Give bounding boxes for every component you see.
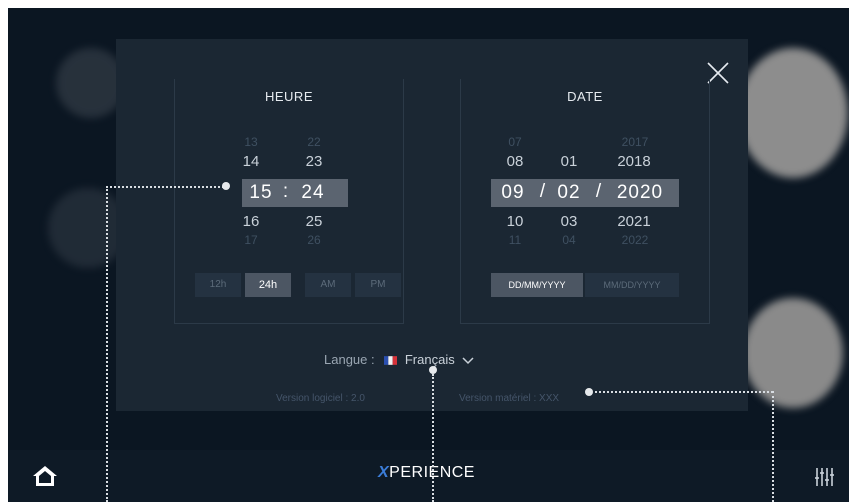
hardware-version: Version matériel : XXX [459,393,560,404]
callout-dot-language [429,366,437,374]
day-prev1: 08 [506,153,524,170]
time-separator: : [282,181,290,202]
french-flag-icon [384,356,398,365]
am-button[interactable]: AM [305,273,351,297]
brand-logo: XPERIENCE [378,464,475,482]
hour-next1: 16 [242,213,260,230]
format-24h-button[interactable]: 24h [245,273,291,297]
device-screen: HEURE 13 22 14 23 15 : 24 16 25 17 26 12… [8,8,849,502]
language-value: Français [404,352,455,367]
home-icon[interactable] [32,465,58,487]
callout-dot-time [222,182,230,190]
callout-line [432,374,434,502]
year-selected[interactable]: 2020 [611,182,669,204]
software-version: Version logiciel : 2.0 [276,393,365,404]
hour-prev2: 13 [244,135,258,149]
settings-modal: HEURE 13 22 14 23 15 : 24 16 25 17 26 12… [116,39,748,411]
time-section: HEURE 13 22 14 23 15 : 24 16 25 17 26 12… [174,79,404,324]
month-next2: 04 [562,233,576,247]
month-prev1: 01 [560,153,578,170]
callout-dot-hardware-version [585,388,593,396]
callout-line [106,186,224,188]
brand-mark: X [378,464,390,481]
minute-next2: 26 [307,233,321,247]
day-prev2: 07 [508,135,522,149]
format-ddmmyyyy-button[interactable]: DD/MM/YYYY [491,273,583,297]
callout-line [772,391,774,502]
minute-selected[interactable]: 24 [297,182,329,204]
day-next2: 11 [508,233,522,247]
hour-prev1: 14 [242,153,260,170]
minute-next1: 25 [305,213,323,230]
year-next1: 2021 [617,213,651,230]
pm-button[interactable]: PM [355,273,401,297]
minute-prev2: 22 [307,135,321,149]
year-prev2: 2017 [621,135,649,149]
hour-next2: 17 [244,233,258,247]
format-12h-button[interactable]: 12h [195,273,241,297]
bottom-bar: XPERIENCE [8,450,849,502]
minute-prev1: 23 [305,153,323,170]
format-mmddyyyy-button[interactable]: MM/DD/YYYY [585,273,679,297]
hour-selected[interactable]: 15 [245,182,277,204]
month-next1: 03 [560,213,578,230]
year-next2: 2022 [621,233,649,247]
day-selected[interactable]: 09 [495,182,531,204]
date-separator: / [539,181,547,202]
sliders-icon[interactable] [814,466,836,488]
callout-line [595,391,773,393]
year-prev1: 2018 [617,153,651,170]
callout-line [106,186,108,502]
month-selected[interactable]: 02 [551,182,587,204]
date-separator: / [595,181,603,202]
language-label: Langue : [324,352,375,367]
background-tile [738,48,848,178]
date-section: DATE 07 2017 08 01 2018 09 / 02 / 2020 1… [460,79,710,324]
language-selector[interactable]: Langue : Français [324,352,474,367]
chevron-down-icon [462,357,474,364]
day-next1: 10 [506,213,524,230]
